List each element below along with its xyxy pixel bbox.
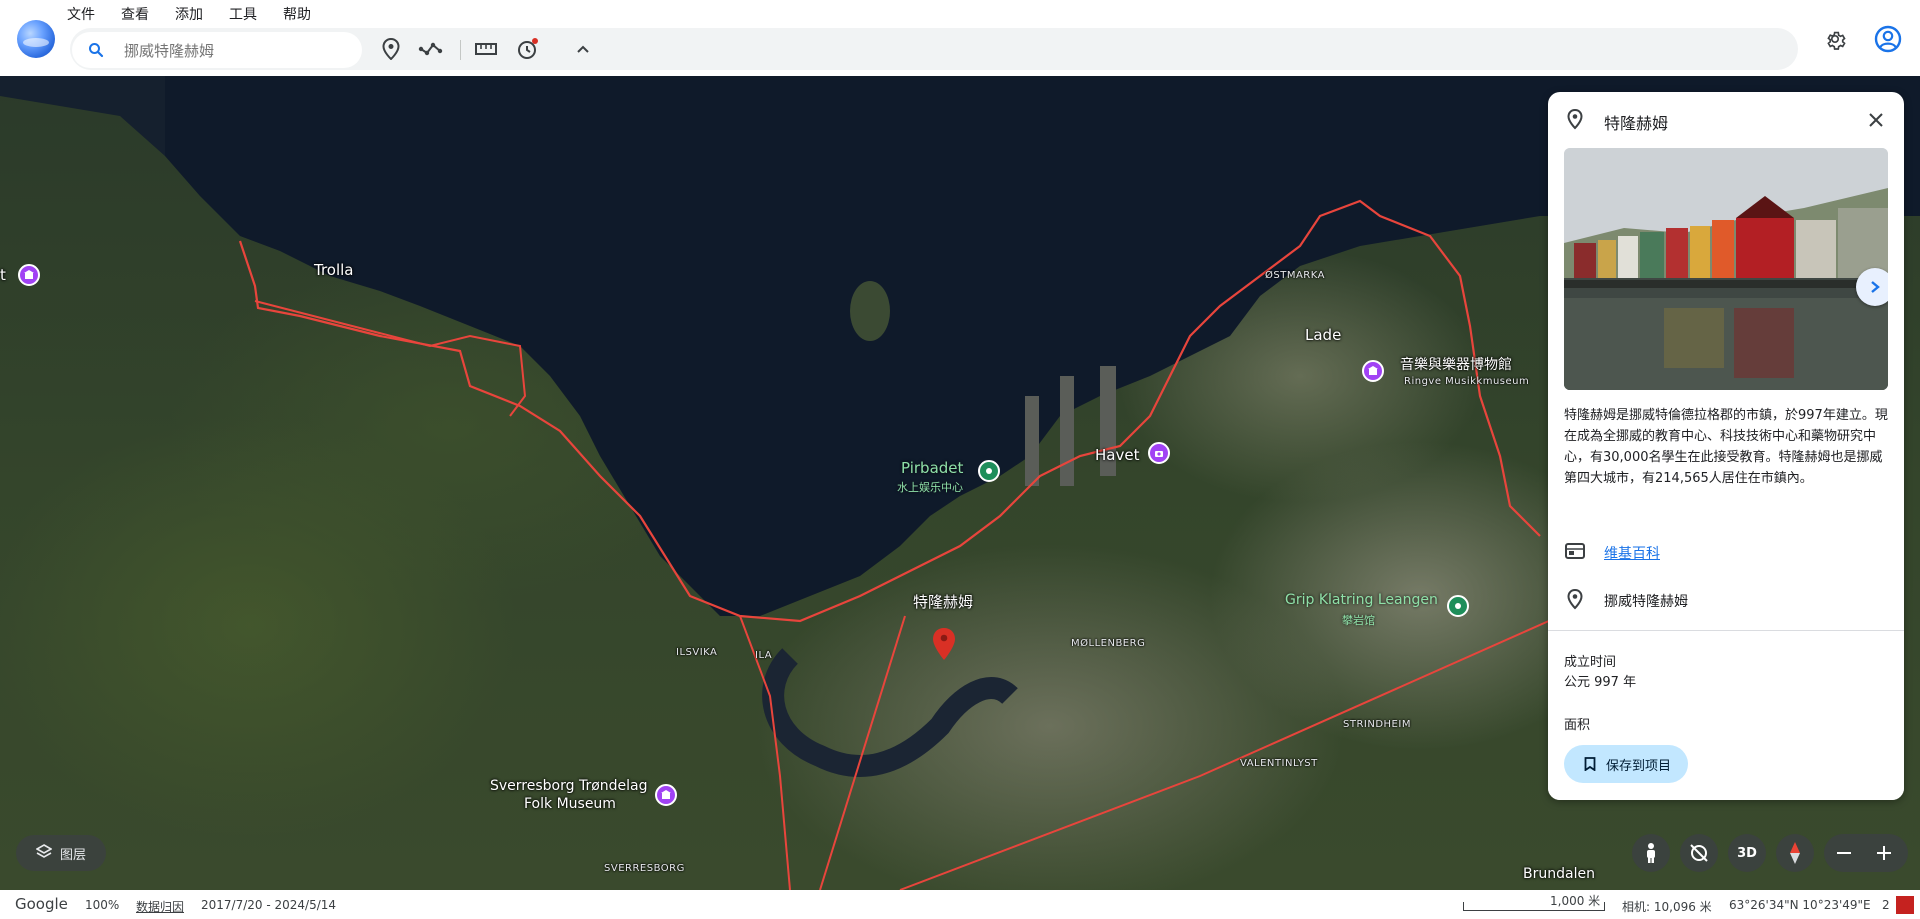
museum-poi-icon[interactable] (1362, 360, 1384, 382)
coordinates: 63°26'34"N 10°23'49"E (1729, 898, 1871, 912)
placemark-icon[interactable] (378, 36, 404, 62)
founded-label: 成立时间 (1564, 655, 1617, 670)
map-label-pirbadet-sub: 水上娱乐中心 (897, 481, 963, 494)
area-label: 面积 (1564, 718, 1591, 733)
status-bar: Google 100% 数据归因 2017/7/20 - 2024/5/14 1… (0, 890, 1920, 919)
map-label-strindheim: STRINDHEIM (1343, 719, 1411, 730)
path-icon[interactable] (418, 36, 444, 62)
panel-divider (1548, 630, 1904, 631)
map-label-lade[interactable]: Lade (1305, 326, 1341, 344)
data-attribution-link[interactable]: 数据归因 (136, 898, 184, 915)
map-label-grip-klatring[interactable]: Grip Klatring Leangen (1285, 592, 1438, 608)
menu-help[interactable]: 帮助 (283, 4, 311, 24)
map-label-sverresborg-museum-2[interactable]: Folk Museum (524, 796, 616, 812)
water-park-poi-icon[interactable] (978, 460, 1000, 482)
menu-add[interactable]: 添加 (175, 4, 203, 24)
place-description: 特隆赫姆是挪威特倫德拉格郡的市鎮，於997年建立。現在成為全挪威的教育中心、科技… (1564, 408, 1888, 486)
menu-view[interactable]: 查看 (121, 4, 149, 24)
climbing-poi-icon[interactable] (1447, 595, 1469, 617)
map-label-ila: ILA (755, 650, 773, 661)
founded-value: 公元 997 年 (1564, 675, 1637, 690)
google-wordmark: Google (15, 895, 68, 913)
wiki-row: 维基百科 (1564, 540, 1884, 564)
street-view-pegman-button[interactable] (1632, 834, 1670, 872)
zoom-percent: 100% (85, 898, 120, 912)
map-label-valentinlyst: VALENTINLYST (1240, 758, 1318, 769)
ruler-icon[interactable] (473, 36, 499, 62)
status-extra: 2 (1882, 898, 1890, 912)
panel-title: 特隆赫姆 (1604, 114, 1669, 133)
map-label-ostmarka: ØSTMARKA (1265, 270, 1325, 281)
location-pin-icon (1564, 588, 1586, 610)
next-photo-button[interactable] (1856, 268, 1888, 306)
pegman-icon (1647, 843, 1655, 863)
menu-tools[interactable]: 工具 (229, 4, 257, 24)
map-label-pirbadet[interactable]: Pirbadet (901, 459, 963, 477)
map-label-music-museum[interactable]: 音樂與樂器博物館 (1400, 354, 1512, 374)
location-pin-icon (1564, 108, 1586, 130)
save-to-project-button[interactable]: 保存到项目 (1564, 745, 1688, 783)
plus-icon (1877, 846, 1891, 860)
map-label-ilsvika: ILSVIKA (676, 647, 718, 658)
save-button-label: 保存到项目 (1606, 758, 1672, 774)
settings-gear-icon[interactable] (1820, 24, 1850, 54)
close-icon[interactable] (1864, 108, 1888, 132)
museum-poi-icon[interactable] (655, 784, 677, 806)
map-label-mollenberg: MØLLENBERG (1071, 638, 1146, 649)
menu-file[interactable]: 文件 (67, 4, 95, 24)
camera-poi-icon[interactable] (1148, 442, 1170, 464)
museum-poi-icon[interactable] (18, 264, 40, 286)
menu-bar: 文件 查看 添加 工具 帮助 (67, 4, 311, 24)
bookmark-icon (1584, 757, 1596, 772)
3d-label: 3D (1737, 845, 1757, 861)
tilt-toggle-button[interactable] (1680, 834, 1718, 872)
layers-icon (35, 843, 53, 863)
location-row: 挪威特隆赫姆 (1564, 588, 1884, 612)
zoom-in-button[interactable] (1864, 834, 1904, 872)
map-label-grip-sub: 攀岩馆 (1342, 614, 1375, 627)
layers-label: 图层 (59, 847, 86, 863)
photo-image (1564, 148, 1888, 390)
search-icon[interactable] (88, 42, 104, 58)
compass-icon (1790, 842, 1800, 864)
map-label-trondheim[interactable]: 特隆赫姆 (913, 591, 973, 612)
map-label-sverresborg: SVERRESBORG (604, 863, 685, 874)
toolbar-divider (460, 40, 461, 60)
google-earth-logo[interactable] (17, 20, 55, 58)
map-label-music-museum-en: Ringve Musikkmuseum (1404, 376, 1530, 387)
imagery-dates: 2017/7/20 - 2024/5/14 (201, 898, 337, 912)
article-icon (1564, 540, 1586, 562)
info-panel: 特隆赫姆 特隆赫姆是挪威特倫德拉格郡的市鎮，於997年建立。現在成為全挪威的教育… (1548, 92, 1904, 800)
map-label-brundalen: Brundalen (1523, 866, 1595, 882)
rotate-disabled-icon (1690, 844, 1708, 862)
camera-altitude: 相机: 10,096 米 (1622, 900, 1712, 914)
map-label-left-edge: t (0, 266, 6, 284)
compass-button[interactable] (1776, 834, 1814, 872)
wikipedia-link[interactable]: 维基百科 (1604, 543, 1660, 563)
scale-bar (1463, 902, 1605, 911)
minus-icon (1837, 852, 1851, 854)
zoom-out-button[interactable] (1824, 834, 1864, 872)
account-avatar-icon[interactable] (1873, 24, 1903, 54)
place-photo[interactable] (1564, 148, 1888, 390)
search-input[interactable] (122, 38, 346, 64)
map-label-trolla[interactable]: Trolla (314, 261, 354, 279)
map-label-havet[interactable]: Havet (1095, 446, 1139, 464)
location-text: 挪威特隆赫姆 (1604, 594, 1688, 610)
3d-toggle-button[interactable]: 3D (1728, 834, 1766, 872)
collapse-icon[interactable] (570, 36, 596, 62)
map-label-sverresborg-museum[interactable]: Sverresborg Trøndelag (490, 778, 648, 794)
history-icon[interactable] (514, 36, 540, 62)
flag-icon[interactable] (1896, 896, 1914, 914)
layers-button[interactable]: 图层 (16, 835, 106, 871)
